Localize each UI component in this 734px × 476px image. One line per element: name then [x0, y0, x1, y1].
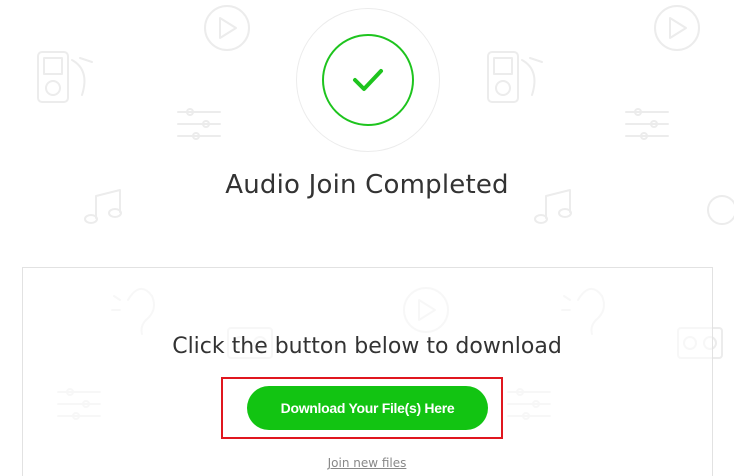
play-icon: [204, 5, 250, 51]
page-title: Audio Join Completed: [225, 170, 509, 200]
music-note-icon: [707, 195, 734, 225]
download-files-button[interactable]: Download Your File(s) Here: [247, 386, 488, 430]
sliders-icon: [177, 108, 221, 140]
audio-join-complete-page: Audio Join Completed Click the button be…: [0, 0, 734, 476]
download-instruction: Click the button below to download: [172, 334, 562, 359]
mp3-player-icon: [487, 51, 543, 103]
play-icon: [654, 5, 700, 51]
mp3-player-icon: [37, 51, 93, 103]
download-panel: [22, 267, 713, 476]
join-new-files-link[interactable]: Join new files: [0, 456, 734, 470]
sliders-icon: [625, 108, 669, 140]
check-icon: [353, 69, 383, 91]
